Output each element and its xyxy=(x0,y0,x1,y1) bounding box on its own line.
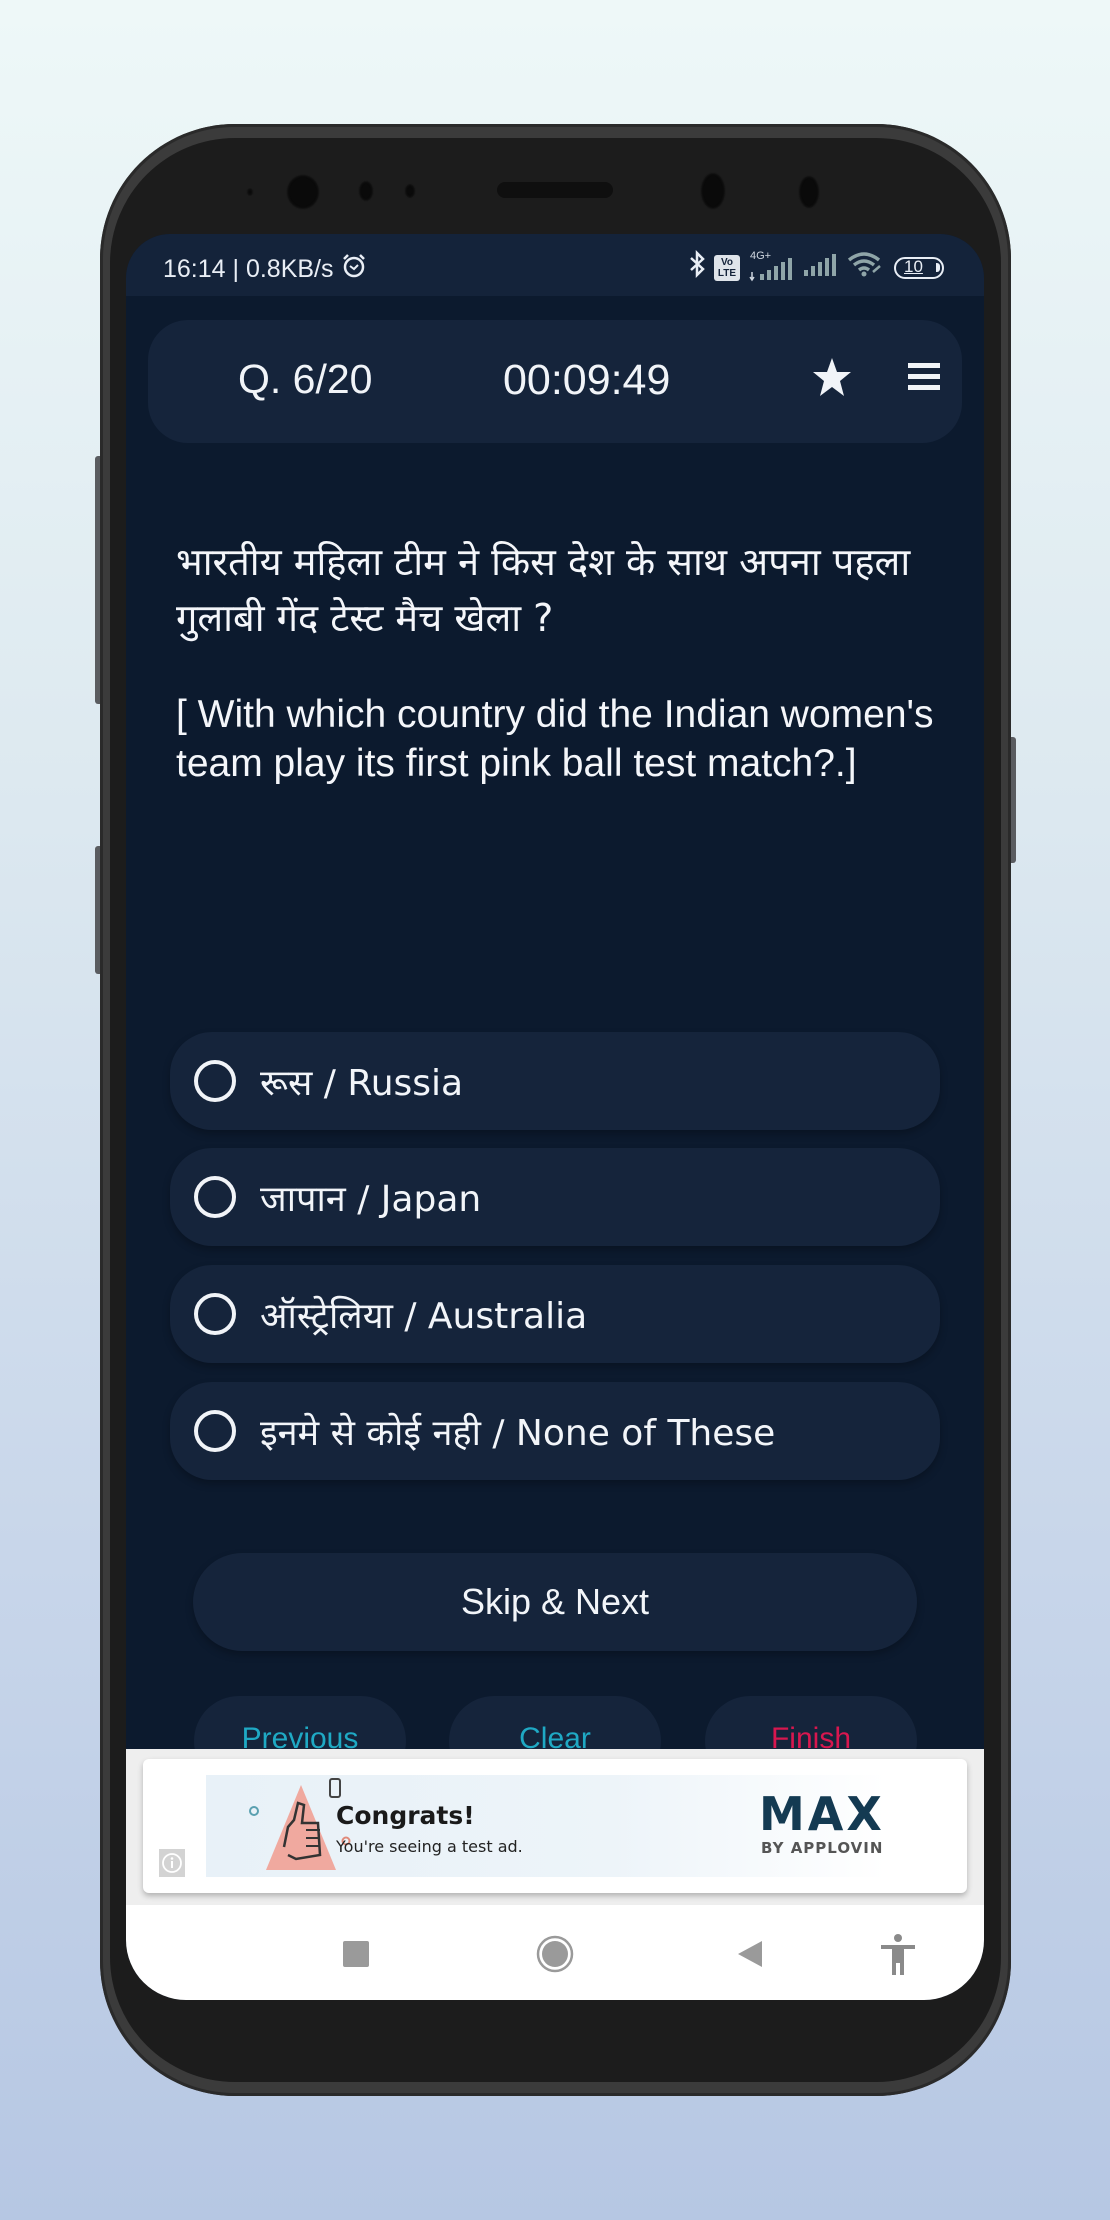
earpiece-speaker xyxy=(497,182,613,198)
status-time-speed: 16:14 | 0.8KB/s xyxy=(163,255,334,283)
bluetooth-icon xyxy=(688,249,706,285)
volte-icon: Vo LTE xyxy=(714,254,740,281)
home-circle-icon[interactable] xyxy=(536,1935,574,1978)
ad-brand: MAX xyxy=(759,1787,885,1841)
radio-button[interactable] xyxy=(194,1060,236,1102)
option-label: रूस / Russia xyxy=(260,1062,464,1104)
sensor-dot xyxy=(798,175,820,209)
volte-bottom: LTE xyxy=(717,267,737,279)
ad-card[interactable]: Congrats! You're seeing a test ad. MAX B… xyxy=(143,1759,967,1893)
front-camera xyxy=(286,174,320,210)
option-label: ऑस्ट्रेलिया / Australia xyxy=(260,1295,588,1337)
phone-screen: 16:14 | 0.8KB/s Vo LTE 4G+ 10 Q. 6/20 00… xyxy=(126,234,984,2000)
accessibility-icon[interactable] xyxy=(878,1933,918,1982)
sensor-dot xyxy=(404,183,416,199)
option-label: इनमे से कोई नही / None of These xyxy=(260,1412,776,1454)
option-label: जापान / Japan xyxy=(260,1178,482,1220)
ad-subtitle: You're seeing a test ad. xyxy=(336,1837,523,1856)
info-icon[interactable] xyxy=(159,1849,185,1877)
recents-square-icon[interactable] xyxy=(343,1941,369,1972)
star-icon[interactable] xyxy=(811,356,853,398)
status-bar: 16:14 | 0.8KB/s Vo LTE 4G+ 10 xyxy=(126,234,984,296)
ad-brand-sub: BY APPLOVIN xyxy=(761,1839,884,1857)
quiz-timer: 00:09:49 xyxy=(503,356,671,404)
signal-4g-icon: 4G+ xyxy=(748,250,794,282)
radio-button[interactable] xyxy=(194,1410,236,1452)
skip-next-button[interactable]: Skip & Next xyxy=(193,1553,917,1651)
ad-banner-area: Congrats! You're seeing a test ad. MAX B… xyxy=(126,1749,984,1905)
front-camera-secondary xyxy=(700,172,726,210)
option-australia[interactable]: ऑस्ट्रेलिया / Australia xyxy=(170,1265,940,1363)
battery-level: 10 xyxy=(904,256,923,276)
question-hindi: भारतीय महिला टीम ने किस देश के साथ अपना … xyxy=(176,540,911,640)
option-none-of-these[interactable]: इनमे से कोई नही / None of These xyxy=(170,1382,940,1480)
radio-button[interactable] xyxy=(194,1293,236,1335)
back-triangle-icon[interactable] xyxy=(736,1939,764,1974)
sensor-dot xyxy=(358,180,374,202)
question-text: भारतीय महिला टीम ने किस देश के साथ अपना … xyxy=(176,534,956,788)
volte-top: Vo xyxy=(720,256,734,268)
sensor-dot xyxy=(246,187,254,197)
option-japan[interactable]: जापान / Japan xyxy=(170,1148,940,1246)
wifi-icon xyxy=(846,250,884,285)
hamburger-menu-icon[interactable] xyxy=(906,360,942,394)
alarm-clock-icon xyxy=(340,252,368,287)
question-counter: Q. 6/20 xyxy=(238,356,373,402)
question-english: [ With which country did the Indian wome… xyxy=(176,693,934,785)
ad-title: Congrats! xyxy=(336,1801,475,1830)
quiz-header: Q. 6/20 00:09:49 xyxy=(148,320,962,443)
signal-sim2-icon xyxy=(802,250,838,285)
ad-banner[interactable]: Congrats! You're seeing a test ad. MAX B… xyxy=(206,1775,886,1877)
system-nav-bar xyxy=(126,1905,984,2000)
option-russia[interactable]: रूस / Russia xyxy=(170,1032,940,1130)
radio-button[interactable] xyxy=(194,1176,236,1218)
battery-icon: 10 xyxy=(894,256,944,279)
